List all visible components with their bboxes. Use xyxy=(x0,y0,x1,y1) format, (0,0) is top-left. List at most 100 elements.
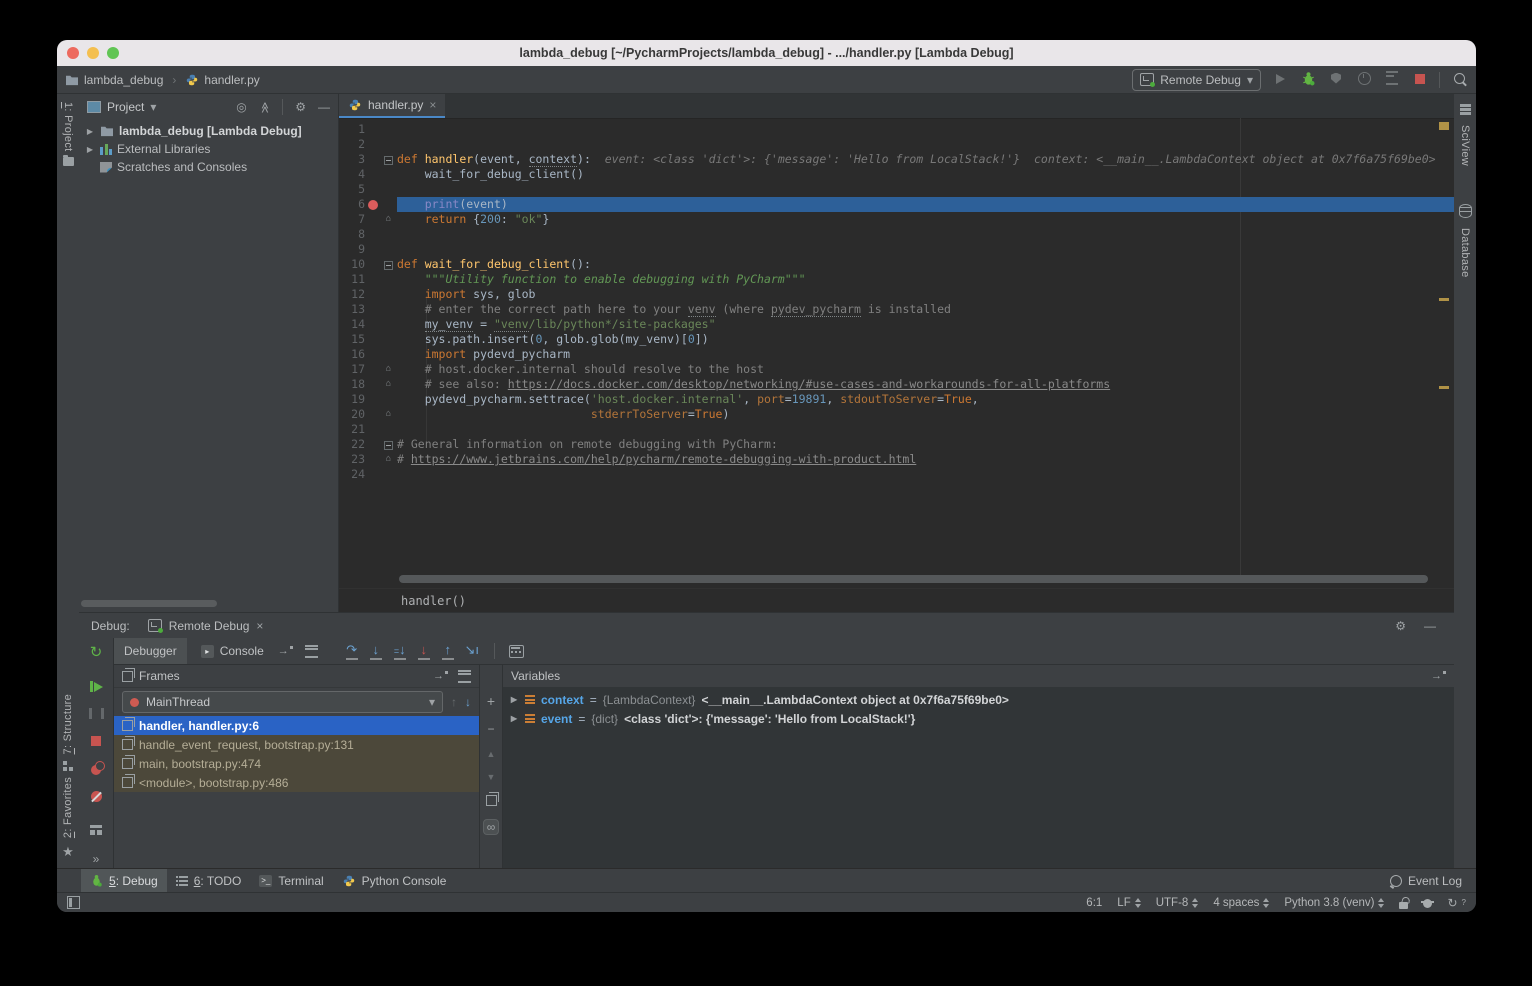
code-text[interactable]: # enter the correct path here to your ve… xyxy=(397,302,1454,317)
code-line[interactable]: 15 sys.path.insert(0, glob.glob(my_venv)… xyxy=(339,332,1454,347)
stripe-warning-mark[interactable] xyxy=(1439,386,1449,389)
line-number[interactable]: 3 xyxy=(339,152,365,167)
code-line[interactable]: 9 xyxy=(339,242,1454,257)
toolwindow-button-structure[interactable]: 7: Structure xyxy=(62,694,74,754)
gutter-mark[interactable] xyxy=(365,212,380,227)
code-text[interactable]: import pydevd_pycharm xyxy=(397,347,1454,362)
line-number[interactable]: 22 xyxy=(339,437,365,452)
code-line[interactable]: 10def wait_for_debug_client(): xyxy=(339,257,1454,272)
line-number[interactable]: 14 xyxy=(339,317,365,332)
gear-icon[interactable]: ⚙ xyxy=(295,100,306,114)
fold-end-icon[interactable]: ⌂ xyxy=(380,377,397,392)
gutter-mark[interactable] xyxy=(365,197,380,212)
code-text[interactable]: return {200: "ok"} xyxy=(397,212,1454,227)
code-text[interactable]: pydevd_pycharm.settrace('host.docker.int… xyxy=(397,392,1454,407)
code-line[interactable]: 11 """Utility function to enable debuggi… xyxy=(339,272,1454,287)
frames-menu-icon[interactable] xyxy=(458,670,471,683)
code-line[interactable]: 21 xyxy=(339,422,1454,437)
add-watch-button[interactable]: + xyxy=(487,693,495,709)
project-panel-title[interactable]: Project xyxy=(107,100,144,114)
gear-icon[interactable]: ⚙ xyxy=(1395,619,1406,633)
hide-panel-icon[interactable]: — xyxy=(318,100,330,114)
status-item[interactable]: LF xyxy=(1117,897,1140,909)
line-number[interactable]: 15 xyxy=(339,332,365,347)
step-into-button[interactable]: ↓ xyxy=(366,642,386,660)
status-item[interactable]: UTF-8 xyxy=(1156,897,1199,909)
tree-row[interactable]: ▶lambda_debug [Lambda Debug] xyxy=(79,122,338,140)
force-step-into-button[interactable]: ↓ xyxy=(414,642,434,660)
line-number[interactable]: 9 xyxy=(339,242,365,257)
line-number[interactable]: 16 xyxy=(339,347,365,362)
layout-settings-button[interactable] xyxy=(79,820,113,839)
collapse-all-icon[interactable]: ≪ xyxy=(258,101,271,113)
gutter-mark[interactable] xyxy=(365,437,380,452)
run-configuration-select[interactable]: Remote Debug ▾ xyxy=(1132,69,1261,91)
status-item[interactable]: Python 3.8 (venv) xyxy=(1284,897,1384,909)
fold-end-icon[interactable]: ⌂ xyxy=(380,452,397,467)
line-number[interactable]: 6 xyxy=(339,197,365,212)
gutter-mark[interactable] xyxy=(365,422,380,437)
menu-icon[interactable] xyxy=(305,645,318,658)
move-up-button[interactable]: ▲ xyxy=(487,749,496,759)
fold-end-icon[interactable]: ⌂ xyxy=(380,362,397,377)
line-number[interactable]: 10 xyxy=(339,257,365,272)
gutter-mark[interactable] xyxy=(365,452,380,467)
line-number[interactable]: 8 xyxy=(339,227,365,242)
minimize-window-button[interactable] xyxy=(87,47,99,59)
expand-arrow-icon[interactable]: ▶ xyxy=(85,145,95,154)
stack-frame-row[interactable]: <module>, bootstrap.py:486 xyxy=(114,773,479,792)
gutter-mark[interactable] xyxy=(365,182,380,197)
focus-on-frames-icon[interactable]: → xyxy=(433,670,448,682)
profiler-button[interactable] xyxy=(1355,72,1373,88)
editor-tab-handler[interactable]: handler.py × xyxy=(339,94,445,118)
code-line[interactable]: 22# General information on remote debugg… xyxy=(339,437,1454,452)
next-frame-button[interactable]: ↓ xyxy=(465,695,471,709)
gutter-mark[interactable] xyxy=(365,137,380,152)
code-line[interactable]: 13 # enter the correct path here to your… xyxy=(339,302,1454,317)
gutter-mark[interactable] xyxy=(365,287,380,302)
toolwindow-button-terminal[interactable]: >_Terminal xyxy=(250,869,332,892)
stack-frame-row[interactable]: handle_event_request, bootstrap.py:131 xyxy=(114,735,479,754)
move-down-button[interactable]: ▼ xyxy=(487,772,496,782)
close-session-icon[interactable]: × xyxy=(256,619,263,633)
code-line[interactable]: 3def handler(event, context): event: <cl… xyxy=(339,152,1454,167)
code-line[interactable]: 24 xyxy=(339,467,1454,482)
gutter-mark[interactable] xyxy=(365,242,380,257)
fold-end-icon[interactable]: ⌂ xyxy=(380,212,397,227)
evaluate-on-demand-toggle[interactable]: ∞ xyxy=(483,819,500,835)
search-everywhere-button[interactable] xyxy=(1450,73,1468,87)
code-text[interactable]: print(event) xyxy=(397,197,1454,212)
breakpoint-icon[interactable] xyxy=(368,200,378,210)
code-text[interactable]: import sys, glob xyxy=(397,287,1454,302)
code-line[interactable]: 19 pydevd_pycharm.settrace('host.docker.… xyxy=(339,392,1454,407)
hide-panel-icon[interactable]: — xyxy=(1424,619,1436,633)
expand-arrow-icon[interactable]: ▶ xyxy=(509,695,519,704)
tree-row[interactable]: Scratches and Consoles xyxy=(79,158,338,176)
gutter-mark[interactable] xyxy=(365,392,380,407)
line-number[interactable]: 2 xyxy=(339,137,365,152)
run-button[interactable] xyxy=(1271,73,1289,87)
toolwindow-button-python-console[interactable]: Python Console xyxy=(333,869,456,892)
stop-button[interactable] xyxy=(1411,73,1429,87)
more-actions-button[interactable]: » xyxy=(79,849,113,868)
line-number[interactable]: 7 xyxy=(339,212,365,227)
gutter-mark[interactable] xyxy=(365,332,380,347)
gutter-mark[interactable] xyxy=(365,302,380,317)
code-line[interactable]: 2 xyxy=(339,137,1454,152)
stripe-file-status-mark[interactable] xyxy=(1439,122,1449,130)
code-text[interactable]: sys.path.insert(0, glob.glob(my_venv)[0]… xyxy=(397,332,1454,347)
project-horizontal-scrollbar[interactable] xyxy=(81,600,217,607)
pause-button[interactable] xyxy=(79,704,113,723)
code-text[interactable]: # host.docker.internal should resolve to… xyxy=(397,362,1454,377)
step-out-button[interactable]: ↑ xyxy=(438,642,458,660)
code-text[interactable]: # https://www.jetbrains.com/help/pycharm… xyxy=(397,452,1454,467)
thread-dropdown[interactable]: MainThread ▾ xyxy=(122,691,443,713)
evaluate-expression-icon[interactable] xyxy=(509,645,524,658)
remove-watch-button[interactable]: − xyxy=(487,722,494,736)
line-number[interactable]: 11 xyxy=(339,272,365,287)
stripe-warning-mark[interactable] xyxy=(1439,298,1449,301)
resume-button[interactable] xyxy=(79,677,113,696)
variable-row[interactable]: ▶context={LambdaContext}<__main__.Lambda… xyxy=(503,690,1454,709)
gutter-mark[interactable] xyxy=(365,272,380,287)
editor-breadcrumbs[interactable]: handler() xyxy=(339,588,1454,613)
